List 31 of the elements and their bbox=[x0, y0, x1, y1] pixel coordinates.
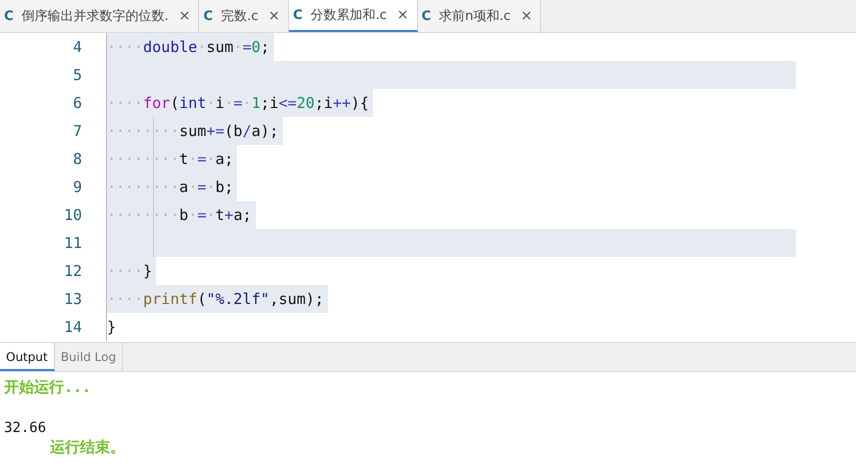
file-tab[interactable]: C 分数累加和.c × bbox=[288, 0, 418, 32]
c-file-icon: C bbox=[292, 8, 303, 22]
file-tab[interactable]: C 求前n项和.c × bbox=[418, 0, 542, 32]
line-number: 12 bbox=[62, 261, 82, 282]
close-icon[interactable]: × bbox=[178, 8, 190, 24]
tab-label: 分数累加和.c bbox=[310, 7, 387, 24]
line-number: 6 bbox=[72, 93, 82, 114]
panel-tab[interactable]: Output bbox=[0, 343, 55, 371]
line-number: 5 bbox=[72, 65, 82, 86]
c-file-icon: C bbox=[422, 8, 432, 24]
tab-label: 倒序输出并求数字的位数. bbox=[22, 8, 169, 25]
line-number: 14 bbox=[62, 317, 82, 338]
c-file-icon: C bbox=[4, 8, 14, 24]
tab-label: 求前n项和.c bbox=[439, 8, 511, 25]
close-icon[interactable]: × bbox=[396, 7, 409, 23]
panel-tab[interactable]: Build Log bbox=[54, 343, 124, 371]
tab-label: 完数.c bbox=[220, 8, 258, 25]
line-number: 4 bbox=[72, 37, 82, 58]
line-number: 11 bbox=[62, 233, 82, 254]
line-number: 13 bbox=[62, 289, 82, 310]
close-icon[interactable]: × bbox=[268, 8, 280, 24]
output-text: 开始运行... bbox=[4, 378, 92, 396]
close-icon[interactable]: × bbox=[520, 8, 532, 24]
output-text: 运行结束。 bbox=[50, 438, 125, 456]
c-file-icon: C bbox=[203, 8, 213, 24]
code-line: } bbox=[107, 317, 118, 338]
line-number: 8 bbox=[72, 149, 82, 170]
line-number: 7 bbox=[72, 121, 82, 142]
line-number: 9 bbox=[72, 177, 82, 198]
output-text: 32.66 bbox=[4, 420, 46, 436]
line-number: 10 bbox=[62, 205, 82, 226]
